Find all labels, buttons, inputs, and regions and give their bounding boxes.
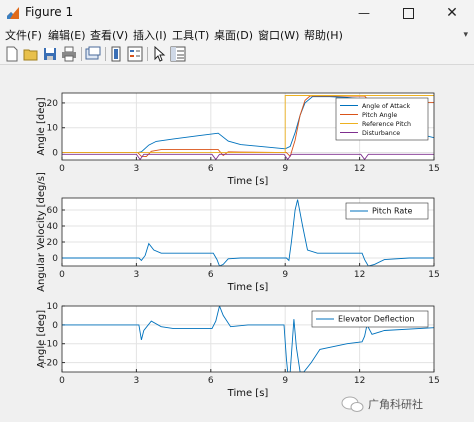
y-tick-label: 0 [52, 254, 58, 264]
save-icon[interactable] [42, 46, 58, 62]
toolbar-separator [81, 47, 82, 61]
y-tick-label: 60 [47, 206, 59, 216]
watermark: 广角科研社 [341, 396, 423, 412]
y-axis-label: Angular Velocity [deg/s] [36, 172, 47, 292]
menu-desktop[interactable]: 桌面(D) [214, 27, 253, 43]
x-tick-label: 12 [354, 376, 365, 386]
watermark-text: 广角科研社 [368, 397, 423, 411]
menu-edit[interactable]: 编辑(E) [48, 27, 86, 43]
y-tick-label: 40 [47, 222, 59, 232]
x-tick-label: 15 [428, 270, 439, 280]
link-plot-icon[interactable] [85, 46, 101, 62]
x-axis-label: Time [s] [227, 282, 269, 293]
legend-label: Disturbance [362, 130, 400, 137]
legend-label: Elevator Deflection [338, 315, 414, 324]
y-axis-label: Angle [deg] [36, 97, 47, 155]
print-icon[interactable] [61, 46, 77, 62]
legend: Pitch Rate [345, 202, 429, 220]
open-file-icon[interactable] [23, 46, 39, 62]
colorbar-icon[interactable] [109, 46, 125, 62]
figure-window: Figure 1 — ✕ 文件(F) 编辑(E) 查看(V) 插入(I) 工具(… [0, 0, 474, 421]
chevron-down-icon[interactable]: ▾ [463, 30, 468, 40]
new-figure-icon[interactable] [4, 46, 20, 62]
menu-file[interactable]: 文件(F) [5, 27, 42, 43]
y-tick-label: 10 [47, 302, 59, 312]
x-tick-label: 0 [59, 164, 65, 174]
x-tick-label: 0 [59, 376, 65, 386]
y-tick-label: 20 [47, 99, 59, 109]
y-tick-label: 20 [47, 238, 59, 248]
legend-label: Pitch Rate [372, 207, 412, 216]
menu-bar: 文件(F) 编辑(E) 查看(V) 插入(I) 工具(T) 桌面(D) 窗口(W… [0, 26, 474, 44]
menu-view[interactable]: 查看(V) [90, 27, 128, 43]
x-tick-label: 6 [208, 270, 214, 280]
title-bar: Figure 1 — ✕ [0, 0, 474, 26]
x-tick-label: 3 [134, 164, 140, 174]
toolbar [0, 44, 474, 65]
legend: Elevator Deflection [311, 310, 429, 328]
wechat-icon [341, 396, 364, 412]
menu-tools[interactable]: 工具(T) [172, 27, 209, 43]
legend-label: Angle of Attack [362, 103, 410, 110]
maximize-button[interactable] [386, 0, 430, 26]
minimize-button[interactable]: — [342, 0, 386, 26]
x-tick-label: 9 [282, 376, 288, 386]
property-inspector-icon[interactable] [170, 46, 186, 62]
x-tick-label: 15 [428, 164, 439, 174]
legend: Angle of Attack Pitch Angle Reference Pitc… [335, 97, 429, 141]
legend-label: Pitch Angle [362, 112, 397, 119]
window-title: Figure 1 [25, 5, 74, 19]
pointer-icon[interactable] [151, 46, 167, 62]
y-tick-label: 0 [52, 149, 58, 159]
x-axis-label: Time [s] [227, 388, 269, 399]
figure-canvas: 0 3 6 9 12 15 0 10 20 Time [s] Angle [deg] Angle of… [4, 66, 470, 418]
x-tick-label: 15 [428, 376, 439, 386]
maximize-icon [402, 7, 414, 19]
x-axis-label: Time [s] [227, 176, 269, 187]
toolbar-separator [105, 47, 106, 61]
legend-icon[interactable] [127, 46, 143, 62]
matlab-figure-icon [7, 7, 19, 19]
x-tick-label: 9 [282, 270, 288, 280]
close-icon: ✕ [446, 5, 458, 21]
menu-window[interactable]: 窗口(W) [258, 27, 299, 43]
x-tick-label: 3 [134, 270, 140, 280]
y-tick-label: 10 [47, 124, 59, 134]
x-tick-label: 12 [354, 164, 365, 174]
y-tick-label: 0 [52, 321, 58, 331]
x-tick-label: 6 [208, 376, 214, 386]
x-tick-label: 9 [282, 164, 288, 174]
x-tick-label: 12 [354, 270, 365, 280]
x-tick-label: 0 [59, 270, 65, 280]
x-tick-label: 3 [134, 376, 140, 386]
legend-label: Reference Pitch [362, 121, 411, 128]
close-button[interactable]: ✕ [430, 0, 474, 26]
menu-help[interactable]: 帮助(H) [304, 27, 343, 43]
toolbar-separator [147, 47, 148, 61]
menu-insert[interactable]: 插入(I) [133, 27, 167, 43]
plots-svg: 0 3 6 9 12 15 0 10 20 Time [s] Angle [deg] Angle of… [36, 92, 440, 399]
y-axis-label: Angle [deg] [36, 310, 47, 368]
subplot-1: 0 3 6 9 12 15 0 10 20 Time [s] Angle [deg] Angle of… [36, 92, 440, 187]
minimize-icon: — [358, 6, 370, 20]
x-tick-label: 6 [208, 164, 214, 174]
subplot-2: 0 3 6 9 12 15 0 20 40 60 Time [s] Angular Velocity … [36, 172, 440, 293]
subplot-3: 0 3 6 9 12 15-20-10010Time [s]Angle [deg] Elev… [36, 302, 440, 399]
